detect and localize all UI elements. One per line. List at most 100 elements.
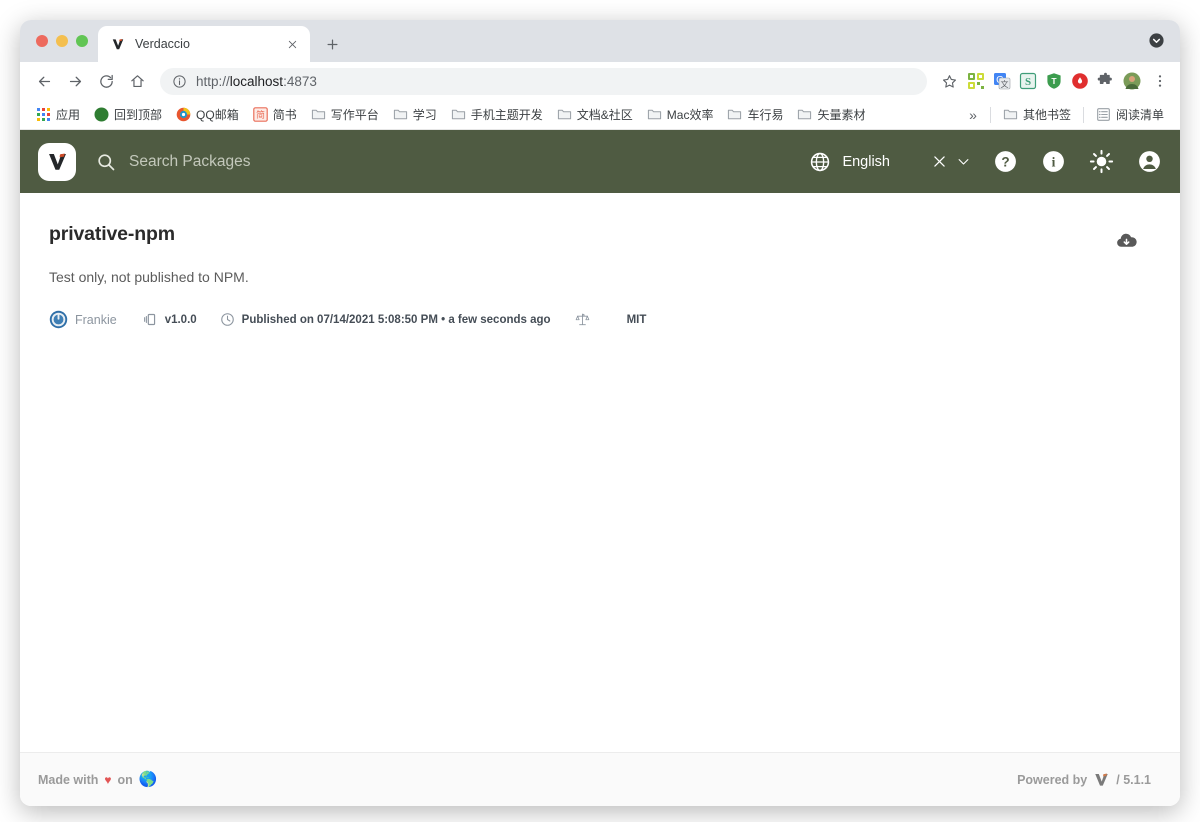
url-scheme: http:// <box>196 73 230 89</box>
license-label: MIT <box>626 313 647 326</box>
earth-icon: 🌎 <box>138 771 158 788</box>
reload-button[interactable] <box>92 67 120 95</box>
address-bar-url: http://localhost:4873 <box>196 74 317 89</box>
address-bar[interactable]: http://localhost:4873 <box>160 67 927 95</box>
header-actions: English ? i <box>809 145 1166 179</box>
account-button[interactable] <box>1132 145 1166 179</box>
bookmark-label: 文档&社区 <box>576 108 633 122</box>
app-header: English ? <box>20 130 1180 193</box>
new-tab-button[interactable] <box>318 30 346 58</box>
tab-title: Verdaccio <box>135 37 190 51</box>
package-description: Test only, not published to NPM. <box>49 269 249 285</box>
folder-icon <box>557 107 572 122</box>
bookmark-item-3[interactable]: 写作平台 <box>305 103 385 126</box>
bookmark-item-0[interactable]: 回到顶部 <box>88 103 168 126</box>
bookmark-reading-list[interactable]: 阅读清单 <box>1090 103 1170 126</box>
verdaccio-logo[interactable] <box>38 142 76 181</box>
globe-icon <box>94 107 109 122</box>
svg-text:S: S <box>1025 76 1031 88</box>
browser-menu-button[interactable] <box>1148 68 1172 94</box>
bookmark-star-icon[interactable] <box>936 68 962 94</box>
made-with-suffix: on <box>117 772 133 787</box>
tampermonkey-icon[interactable]: T <box>1045 72 1063 90</box>
maximize-window-button[interactable] <box>76 35 88 47</box>
bookmark-label: 写作平台 <box>330 108 379 122</box>
search-packages-container[interactable] <box>76 152 810 172</box>
puzzle-extensions-icon[interactable] <box>1097 72 1115 90</box>
bookmark-item-8[interactable]: 车行易 <box>721 103 789 126</box>
evernote-icon[interactable]: S <box>1019 72 1037 90</box>
footer-version: / 5.1.1 <box>1116 772 1151 787</box>
close-window-button[interactable] <box>36 35 48 47</box>
app-footer: Made with ♥ on 🌎 Powered by / 5.1.1 <box>20 752 1180 806</box>
bookmark-item-5[interactable]: 手机主题开发 <box>445 103 549 126</box>
bookmark-item-9[interactable]: 矢量素材 <box>791 103 871 126</box>
bookmark-label: 阅读清单 <box>1115 108 1164 122</box>
help-button[interactable]: ? <box>988 145 1022 179</box>
bookmark-label: QQ邮箱 <box>196 108 239 122</box>
info-button[interactable]: i <box>1036 145 1070 179</box>
package-metadata: Frankie v1.0.0 Published on 07/14/2021 5… <box>49 310 1146 329</box>
language-clear-button[interactable] <box>926 149 952 175</box>
browser-window: Verdaccio http://localhost:4873 文 S T 应用… <box>20 20 1180 806</box>
bookmarks-bar: 应用 回到顶部 QQ邮箱 简 简书 写作平台 学习 手机主题开发 文档&社区 M… <box>20 100 1180 130</box>
search-input[interactable] <box>129 152 810 171</box>
folder-icon <box>797 107 812 122</box>
version-tag-icon <box>143 312 158 327</box>
author-name: Frankie <box>75 312 117 327</box>
bookmark-item-2[interactable]: 简 简书 <box>247 103 303 126</box>
language-dropdown-button[interactable] <box>952 149 974 175</box>
folder-icon <box>1003 107 1018 122</box>
folder-icon <box>727 107 742 122</box>
qq-mail-icon <box>176 107 191 122</box>
language-selector[interactable]: English <box>809 151 890 173</box>
browser-toolbar: http://localhost:4873 文 S T <box>20 62 1180 100</box>
bookmark-item-4[interactable]: 学习 <box>387 103 443 126</box>
svg-text:?: ? <box>1001 154 1009 169</box>
cloud-download-icon[interactable] <box>1114 228 1138 252</box>
verdaccio-app: English ? <box>20 130 1180 806</box>
bookmark-label: 手机主题开发 <box>470 108 543 122</box>
minimize-window-button[interactable] <box>56 35 68 47</box>
site-info-icon[interactable] <box>172 74 187 89</box>
bookmark-label: 车行易 <box>747 108 784 122</box>
forward-button[interactable] <box>61 67 89 95</box>
bookmark-label: 回到顶部 <box>114 108 163 122</box>
tab-search-button[interactable] <box>1147 31 1166 50</box>
tab-strip: Verdaccio <box>20 20 1180 62</box>
bookmark-other-bookmarks[interactable]: 其他书签 <box>997 103 1077 126</box>
reading-list-icon <box>1096 107 1111 122</box>
qr-code-icon[interactable] <box>967 72 985 90</box>
theme-toggle-button[interactable] <box>1084 145 1118 179</box>
package-author[interactable]: Frankie <box>49 310 117 329</box>
version-label: v1.0.0 <box>164 313 197 326</box>
bookmarks-overflow-button[interactable]: » <box>962 105 984 125</box>
google-translate-icon[interactable]: G 文 <box>993 72 1011 90</box>
folder-icon <box>311 107 326 122</box>
heart-icon: ♥ <box>104 772 112 787</box>
powered-by-label: Powered by <box>1017 772 1088 787</box>
bookmark-item-6[interactable]: 文档&社区 <box>551 103 639 126</box>
home-button[interactable] <box>123 67 151 95</box>
clock-icon <box>220 312 235 327</box>
license-scales-icon <box>575 312 590 327</box>
browser-tab-verdaccio[interactable]: Verdaccio <box>98 26 310 62</box>
url-host: localhost <box>229 73 284 89</box>
apps-grid-icon <box>36 107 51 122</box>
svg-text:简: 简 <box>256 109 265 120</box>
profile-avatar-icon[interactable] <box>1123 72 1141 90</box>
package-title: privative-npm <box>49 223 175 245</box>
package-header: privative-npm <box>49 223 1146 252</box>
window-controls <box>32 20 98 62</box>
svg-text:i: i <box>1051 155 1055 170</box>
back-button[interactable] <box>30 67 58 95</box>
bookmark-apps[interactable]: 应用 <box>30 103 86 126</box>
tab-close-icon[interactable] <box>284 36 301 53</box>
adblock-icon[interactable] <box>1071 72 1089 90</box>
url-port: :4873 <box>283 73 317 89</box>
bookmark-item-1[interactable]: QQ邮箱 <box>170 103 245 126</box>
package-license: MIT <box>575 312 647 327</box>
package-published: Published on 07/14/2021 5:08:50 PM • a f… <box>220 312 551 327</box>
bookmark-item-7[interactable]: Mac效率 <box>641 103 720 126</box>
bookmark-label: 其他书签 <box>1022 108 1071 122</box>
